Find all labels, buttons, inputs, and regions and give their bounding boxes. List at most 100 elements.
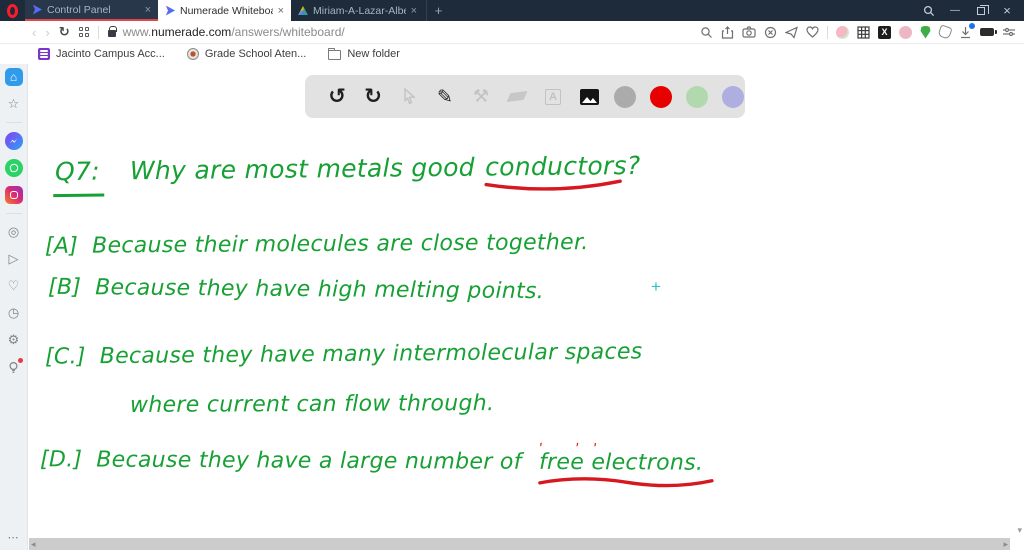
question-line: Q7: Why are most metals good conductors? — [52, 151, 643, 198]
reload-button[interactable]: ↻ — [59, 24, 70, 40]
undo-button[interactable]: ↺ — [319, 79, 355, 115]
bookmark-jacinto-campus[interactable]: Jacinto Campus Acc... — [38, 48, 165, 60]
image-icon — [579, 88, 599, 105]
sidebar-overflow-button[interactable]: ⋯ — [0, 531, 27, 544]
eraser-tool-button[interactable] — [499, 79, 535, 115]
url-domain: numerade.com — [151, 25, 232, 39]
numerade-favicon — [165, 5, 175, 16]
bookmark-new-folder[interactable]: New folder — [328, 48, 400, 60]
speed-dial-home-button[interactable]: ⌂ — [4, 68, 23, 86]
tab-control-panel[interactable]: Control Panel × — [25, 0, 158, 21]
bookmarks-bar: Jacinto Campus Acc... Grade School Aten.… — [0, 44, 1024, 64]
text-tool-button[interactable]: A — [535, 79, 571, 115]
favorites-heart-icon[interactable]: ♡ — [5, 277, 23, 295]
horizontal-scrollbar[interactable]: ◂ ▸ — [29, 538, 1010, 550]
option-text: Because their molecules are close togeth… — [92, 230, 589, 259]
minimize-button[interactable]: — — [942, 0, 968, 21]
back-button[interactable]: ‹ — [32, 26, 36, 39]
speed-dial-icon[interactable] — [78, 27, 89, 37]
map-pin-extension-icon[interactable] — [920, 25, 931, 39]
tab-google-drive[interactable]: Miriam-A-Lazar-Albert-Ta × — [291, 0, 424, 21]
new-tab-button[interactable]: + — [426, 0, 450, 21]
sidebar-divider — [5, 213, 22, 214]
tab-close-icon[interactable]: × — [145, 4, 151, 16]
control-panel-favicon — [32, 4, 42, 15]
option-c-line2: where current can flow through. — [130, 391, 494, 418]
excel-extension-icon[interactable]: X — [878, 25, 891, 39]
url-path: /answers/whiteboard/ — [231, 25, 345, 39]
tab-label: Miriam-A-Lazar-Albert-Ta — [313, 4, 406, 17]
sidebar-setup-icon[interactable] — [1002, 26, 1016, 38]
url-prefix: www. — [122, 25, 152, 39]
blocked-icon[interactable] — [764, 26, 777, 39]
whiteboard-canvas[interactable]: ↺ ↻ ✎ ⚒ A Q7: Why are most metals good c… — [28, 64, 1024, 550]
tab-numerade-whiteboard[interactable]: Numerade Whiteboard × — [158, 0, 291, 21]
window-controls: — × — [916, 0, 1024, 21]
pen-tool-button[interactable]: ✎ — [427, 79, 463, 115]
color-swatch-gray[interactable] — [614, 85, 636, 108]
scroll-left-arrow[interactable]: ◂ — [31, 539, 36, 549]
share-icon[interactable] — [721, 25, 734, 39]
zoom-icon[interactable] — [700, 26, 713, 39]
lock-icon[interactable] — [107, 26, 117, 37]
question-highlight: conductors? — [483, 151, 643, 191]
option-a-line: [A] Because their molecules are close tog… — [45, 230, 589, 259]
whatsapp-icon[interactable] — [4, 159, 23, 177]
my-flow-icon[interactable] — [785, 25, 798, 39]
restore-button[interactable] — [968, 0, 994, 21]
option-c-line: [C.] Because they have many intermolecula… — [45, 339, 643, 369]
color-swatch-green[interactable] — [686, 85, 708, 108]
shield-extension-icon[interactable] — [937, 24, 953, 40]
snapshot-camera-icon[interactable] — [742, 26, 756, 38]
red-underline-stroke — [538, 477, 714, 488]
url-field[interactable]: www.numerade.com/answers/whiteboard/ — [107, 25, 691, 39]
pointer-tool-button[interactable] — [391, 79, 427, 115]
red-accent-marks: ʹ ʹʹ — [539, 441, 612, 459]
sidebar-divider — [5, 122, 22, 123]
option-d-highlight: ʹ ʹʹ free electrons. — [537, 442, 714, 488]
my-flow-plane-icon[interactable]: ▷ — [5, 250, 23, 268]
opera-logo-icon — [7, 3, 18, 18]
bookmarks-star-icon[interactable]: ☆ — [5, 95, 23, 113]
option-b-line: [B] Because they have high melting points… — [48, 275, 544, 304]
option-d-line: [D.] Because they have a large number of … — [40, 442, 714, 488]
messenger-icon[interactable] — [4, 132, 23, 150]
eraser-icon — [506, 90, 528, 103]
downloads-button[interactable] — [959, 22, 975, 39]
instagram-icon[interactable] — [4, 186, 23, 204]
address-bar-actions: X — [700, 22, 1016, 40]
tab-close-icon[interactable]: × — [411, 5, 417, 17]
battery-saver-icon[interactable] — [980, 28, 997, 36]
scroll-right-arrow[interactable]: ▸ — [1003, 539, 1008, 549]
option-label: [A] — [44, 233, 79, 259]
bookmark-grade-school[interactable]: Grade School Aten... — [186, 48, 306, 60]
opera-menu-button[interactable] — [0, 0, 25, 21]
bookmark-label: Jacinto Campus Acc... — [56, 48, 165, 60]
settings-gear-icon[interactable]: ⚙ — [5, 331, 23, 349]
shapes-tool-button[interactable]: ⚒ — [463, 79, 499, 115]
redo-button[interactable]: ↻ — [355, 79, 391, 115]
extension-icon[interactable] — [899, 25, 912, 39]
close-window-button[interactable]: × — [994, 0, 1020, 21]
vertical-scroll-down-arrow[interactable]: ▾ — [1017, 525, 1022, 536]
tab-close-icon[interactable]: × — [278, 5, 284, 17]
history-clock-icon[interactable]: ◷ — [5, 304, 23, 322]
tab-bar: Control Panel × Numerade Whiteboard × Mi… — [0, 0, 1024, 21]
tab-search-icon[interactable] — [916, 0, 942, 21]
easy-setup-bulb-icon[interactable] — [5, 358, 23, 376]
forward-button[interactable]: › — [45, 26, 49, 39]
tab-label: Control Panel — [47, 3, 111, 16]
red-underline-stroke — [484, 179, 622, 191]
bookmark-favicon — [38, 48, 50, 60]
color-swatch-purple[interactable] — [722, 85, 744, 108]
extension-icon[interactable] — [836, 25, 849, 39]
crosshair-cursor: + — [651, 277, 661, 296]
google-drive-favicon — [298, 6, 308, 15]
bookmark-favicon — [186, 48, 199, 60]
bookmark-label: New folder — [347, 48, 400, 60]
image-tool-button[interactable] — [571, 79, 607, 115]
bookmark-heart-icon[interactable] — [806, 26, 819, 38]
player-icon[interactable]: ◎ — [5, 223, 23, 241]
sheets-grid-icon[interactable] — [857, 25, 870, 39]
color-swatch-red[interactable] — [650, 85, 672, 108]
